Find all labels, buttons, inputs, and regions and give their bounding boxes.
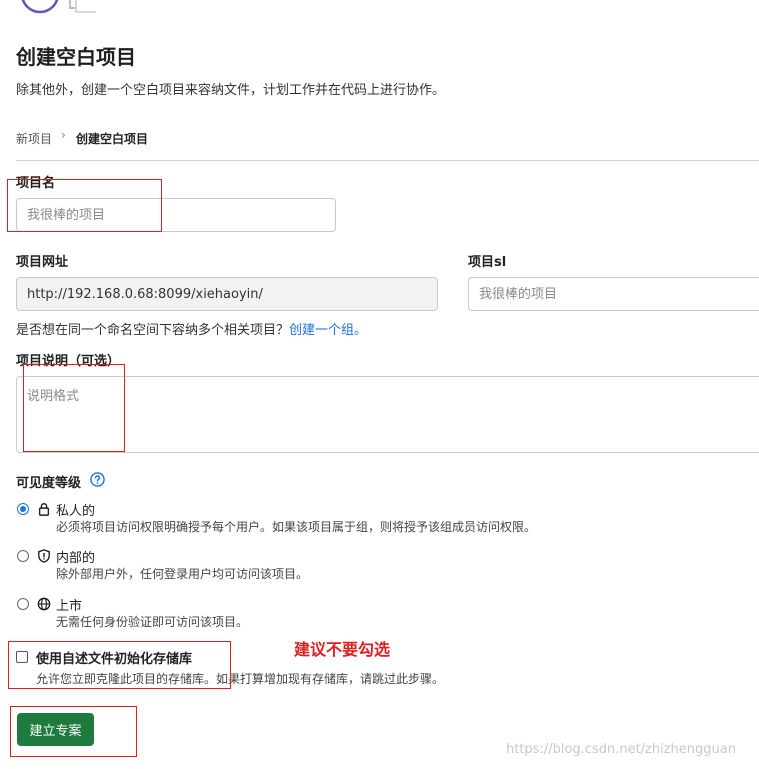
breadcrumb-current: 创建空白项目 bbox=[76, 132, 149, 146]
annotation-note: 建议不要勾选 bbox=[294, 640, 391, 659]
annotation-highlight-box bbox=[7, 179, 162, 232]
annotation-highlight-box bbox=[8, 641, 231, 689]
visibility-private-title: 私人的 bbox=[56, 504, 96, 519]
breadcrumb-separator: › bbox=[61, 128, 66, 142]
namespace-hint: 是否想在同一个命名空间下容纳多个相关项目？创建一个组。 bbox=[16, 319, 367, 338]
watermark: https://blog.csdn.net/zhizhengguan bbox=[506, 742, 736, 757]
page-description: 除其他外，创建一个空白项目来容纳文件，计划工作并在代码上进行协作。 bbox=[16, 83, 446, 98]
visibility-public-desc: 无需任何身份验证即可访问该项目。 bbox=[56, 615, 249, 629]
visibility-label: 可见度等级 bbox=[16, 476, 82, 491]
globe-icon bbox=[37, 596, 51, 611]
visibility-public-title: 上市 bbox=[56, 599, 83, 614]
create-group-link[interactable]: 创建一个组。 bbox=[289, 323, 367, 338]
project-url-input[interactable]: http://192.168.0.68:8099/xiehaoyin/ bbox=[16, 277, 438, 311]
visibility-internal-desc: 除外部用户外，任何登录用户均可访问该项目。 bbox=[56, 567, 309, 581]
visibility-public-radio[interactable] bbox=[17, 598, 29, 610]
new-project-icon bbox=[18, 0, 101, 24]
visibility-private-radio[interactable] bbox=[17, 503, 29, 515]
visibility-internal-title: 内部的 bbox=[56, 551, 96, 566]
project-slug-label: 项目sl bbox=[468, 255, 507, 270]
breadcrumb-parent[interactable]: 新项目 bbox=[16, 130, 52, 147]
visibility-private-desc: 必须将项目访问权限明确授予每个用户。如果该项目属于组，则将授予该组成员访问权限。 bbox=[56, 520, 537, 534]
project-url-label: 项目网址 bbox=[16, 255, 69, 270]
annotation-highlight-box bbox=[10, 706, 137, 757]
project-description-textarea[interactable] bbox=[16, 376, 759, 453]
divider bbox=[16, 160, 759, 161]
question-circle-icon[interactable] bbox=[90, 472, 105, 487]
visibility-internal-radio[interactable] bbox=[17, 550, 29, 562]
shield-icon bbox=[37, 548, 51, 563]
page-title: 创建空白项目 bbox=[16, 45, 136, 69]
annotation-highlight-box bbox=[23, 364, 125, 452]
lock-icon bbox=[37, 501, 51, 516]
namespace-hint-text: 是否想在同一个命名空间下容纳多个相关项目？ bbox=[16, 323, 290, 338]
project-slug-input[interactable] bbox=[468, 277, 759, 311]
